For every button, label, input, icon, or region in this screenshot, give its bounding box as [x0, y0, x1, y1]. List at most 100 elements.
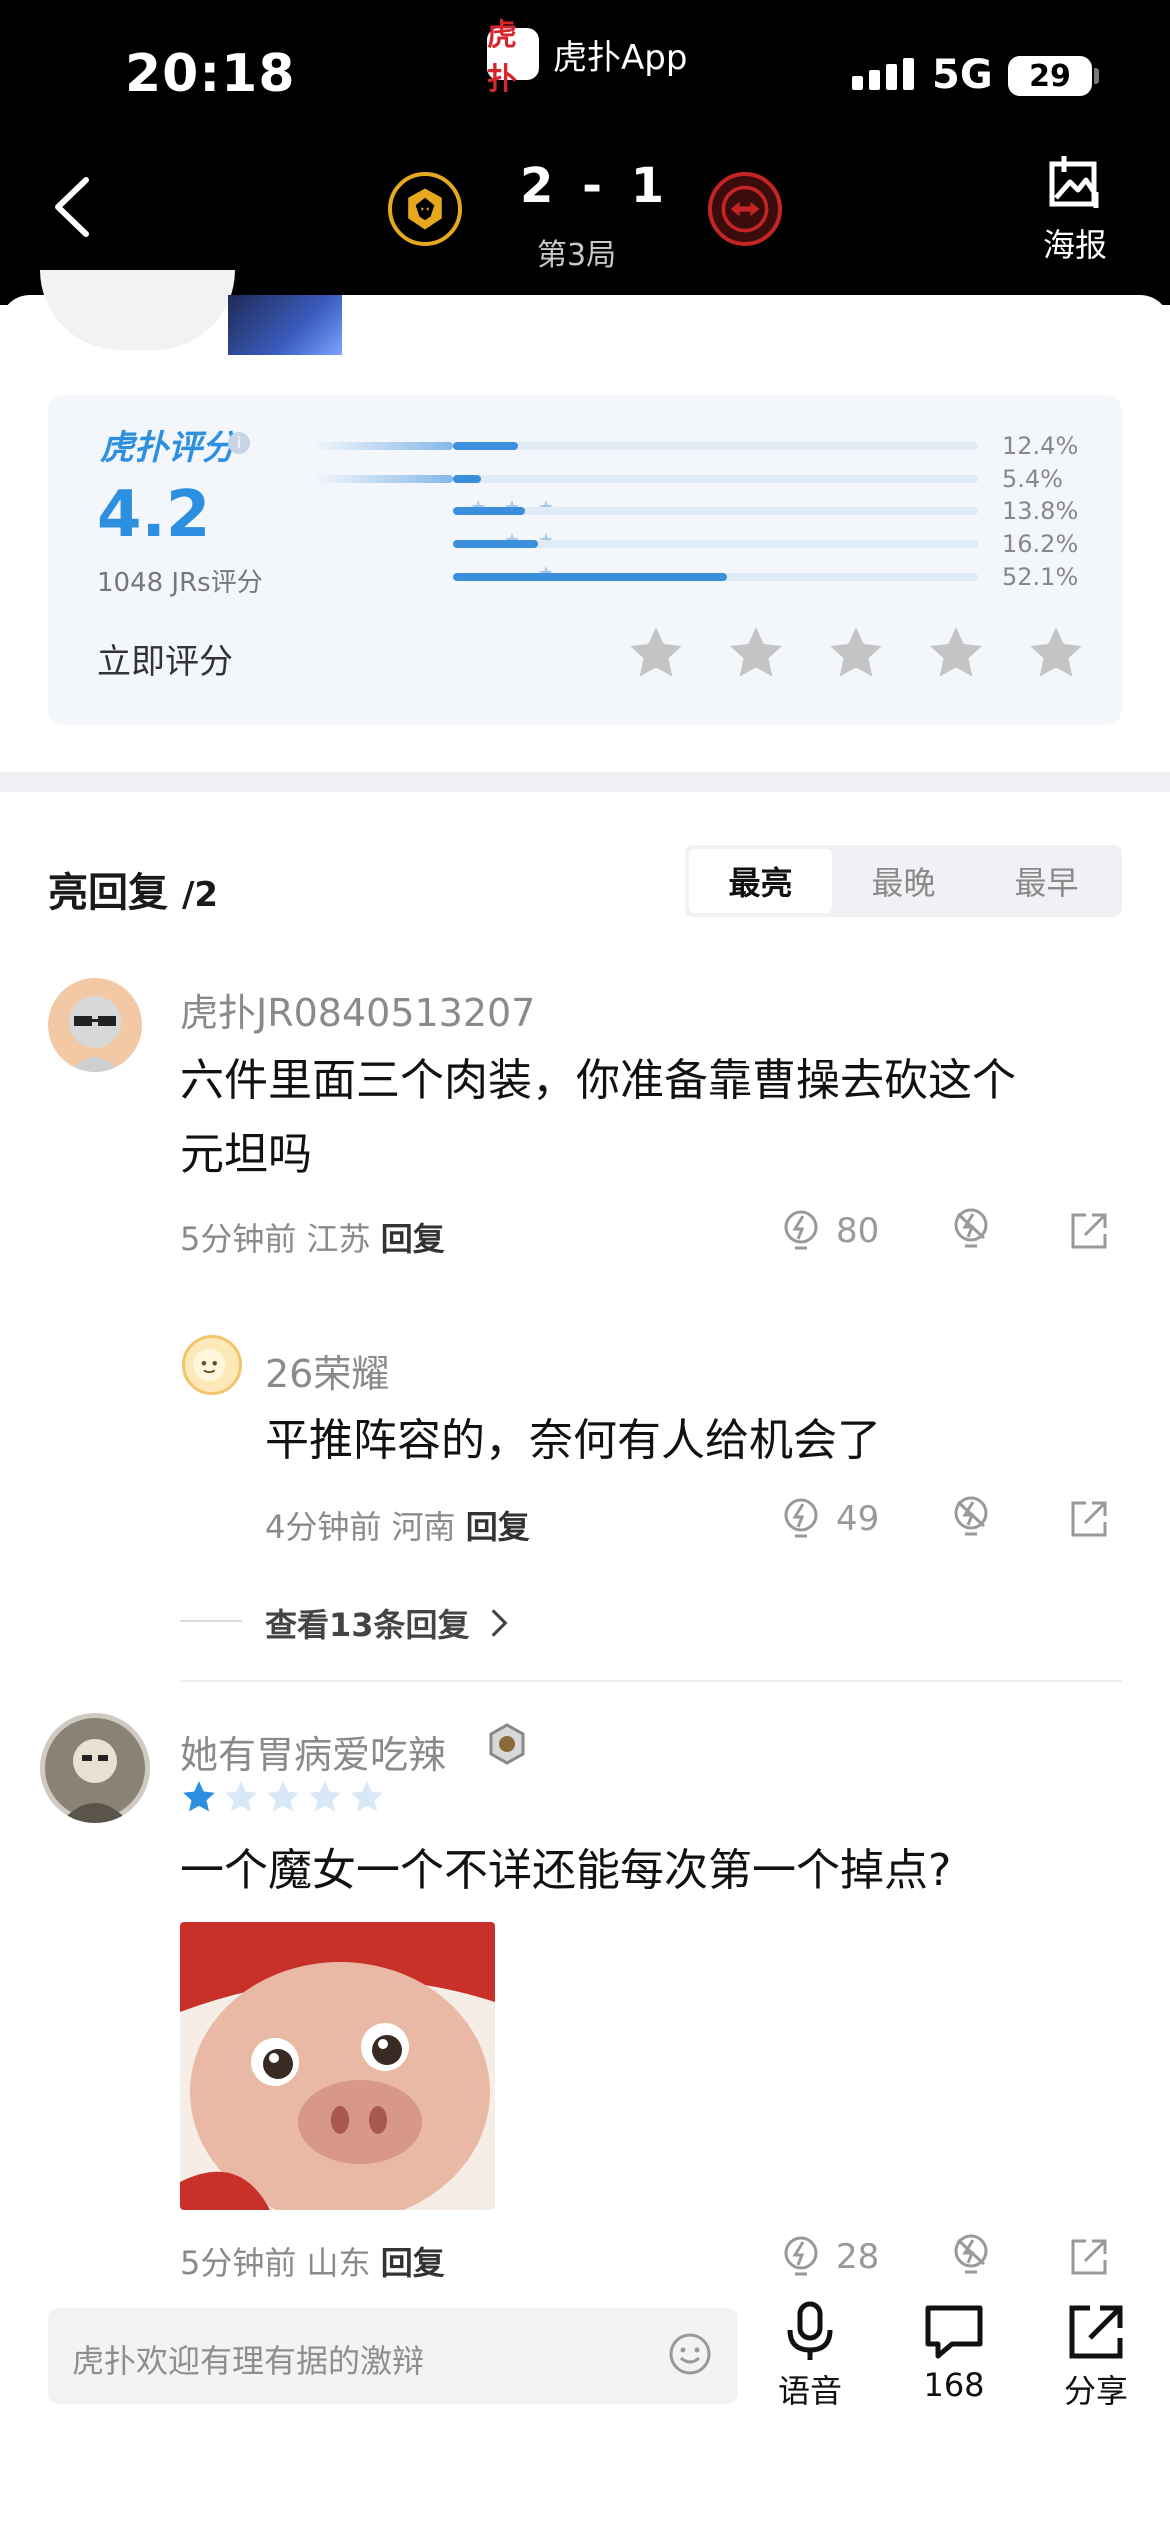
status-time: 20:18 — [125, 44, 296, 104]
star-empty-icon — [309, 1781, 341, 1812]
dislike-icon[interactable] — [948, 2232, 994, 2278]
comment-meta: 4分钟前 河南 回复 — [265, 1502, 530, 1548]
star-icon[interactable] — [725, 622, 787, 684]
rating-bar-percent: 13.8% — [1002, 497, 1079, 525]
replies-title-text: 亮回复 — [48, 870, 168, 916]
rating-bar-percent: 52.1% — [1002, 563, 1079, 591]
rating-bar-fill — [453, 507, 526, 515]
star-empty-icon — [267, 1781, 299, 1812]
star-icon[interactable] — [825, 622, 887, 684]
replies-title: 亮回复 /2 — [48, 860, 218, 918]
comments-button[interactable]: 168 — [904, 2300, 1004, 2404]
view-more-line — [180, 1620, 242, 1622]
avatar[interactable] — [182, 1335, 242, 1395]
rating-bar-row: ★52.1% — [310, 563, 1080, 593]
rating-bar-track — [313, 442, 978, 450]
rating-bar-fill — [453, 573, 727, 581]
hupu-logo-icon: 虎扑 — [487, 18, 539, 97]
comment-time: 4分钟前 — [265, 1508, 382, 1546]
light-button[interactable]: 80 — [778, 1208, 879, 1254]
view-more-label[interactable]: 查看13条回复 — [265, 1600, 470, 1646]
comment-text: 六件里面三个肉装，你准备靠曹操去砍这个 元坦吗 — [180, 1044, 1120, 1192]
sort-tabs: 最亮 最晚 最早 — [685, 845, 1122, 917]
tab-earliest[interactable]: 最早 — [975, 849, 1118, 913]
comment-text-line: 六件里面三个肉装，你准备靠曹操去砍这个 — [180, 1055, 1016, 1106]
light-button[interactable]: 49 — [778, 1496, 879, 1542]
share-button[interactable]: 分享 — [1046, 2300, 1146, 2412]
rating-bar-row: ★ ★ ★13.8% — [310, 497, 1080, 527]
lightbulb-icon — [784, 1498, 818, 1538]
rating-bar-track — [453, 540, 978, 548]
top-header: 20:18 虎扑 虎扑App 5G 29 2 - 1 第3局 海报 — [0, 0, 1170, 305]
star-icon[interactable] — [925, 622, 987, 684]
comment-location: 江苏 — [306, 1220, 371, 1258]
rating-bar-track — [453, 573, 978, 581]
rating-bar-row: 12.4% — [310, 432, 1080, 462]
poster-icon[interactable] — [1046, 152, 1106, 212]
share-icon[interactable] — [1068, 1498, 1110, 1540]
rating-bar-percent: 5.4% — [1002, 465, 1063, 493]
emoji-icon[interactable] — [666, 2330, 714, 2378]
comment-count: 168 — [923, 2366, 985, 2404]
share-icon[interactable] — [1068, 2236, 1110, 2278]
share-label: 分享 — [1063, 2372, 1128, 2410]
info-icon[interactable]: i — [228, 432, 250, 454]
comment-meta: 5分钟前 江苏 回复 — [180, 1214, 445, 1260]
voice-button[interactable]: 语音 — [760, 2300, 860, 2412]
hupu-rating-logo: 虎扑评分 — [100, 428, 236, 468]
match-score: 2 - 1 — [520, 158, 671, 214]
reply-button[interactable]: 回复 — [466, 1508, 530, 1546]
reply-button[interactable]: 回复 — [381, 2244, 445, 2282]
rate-now-label: 立即评分 — [97, 642, 233, 682]
dislike-icon[interactable] — [948, 1494, 994, 1540]
dislike-icon[interactable] — [948, 1206, 994, 1252]
comment-text: 一个魔女一个不详还能每次第一个掉点? — [180, 1845, 952, 1896]
comment-username[interactable]: 26荣耀 — [265, 1343, 389, 1398]
comment-input-placeholder[interactable]: 虎扑欢迎有理有据的激辩 — [72, 2336, 424, 2382]
rating-bar-percent: 12.4% — [1002, 432, 1079, 460]
comment-username[interactable]: 虎扑JR0840513207 — [180, 982, 535, 1037]
share-icon[interactable] — [1068, 1210, 1110, 1252]
rating-count: 1048 JRs评分 — [97, 568, 263, 598]
rating-bar-fill — [453, 475, 482, 483]
rating-bar-track — [313, 475, 978, 483]
avatar[interactable] — [48, 978, 142, 1072]
comment-separator — [180, 1680, 1122, 1682]
reply-button[interactable]: 回复 — [381, 1220, 445, 1258]
star-filled-icon — [183, 1781, 215, 1812]
rating-bar-fade — [313, 475, 453, 483]
back-arrow-icon[interactable] — [48, 172, 98, 242]
rate-star-group[interactable] — [625, 622, 1087, 684]
view-more-replies[interactable]: 查看13条回复 — [265, 1600, 508, 1646]
light-button[interactable]: 28 — [778, 2234, 879, 2280]
rating-bar-track — [453, 507, 978, 515]
voice-label: 语音 — [777, 2372, 842, 2410]
poster-label[interactable]: 海报 — [1043, 220, 1107, 266]
battery-icon: 29 — [1008, 56, 1092, 96]
avatar[interactable] — [40, 1713, 150, 1823]
comment-username[interactable]: 她有胃病爱吃辣 — [180, 1724, 446, 1779]
rating-bar-fill — [453, 540, 539, 548]
lightbulb-icon — [784, 2236, 818, 2276]
badge-icon — [489, 1723, 525, 1765]
rating-bar-row: 5.4% — [310, 465, 1080, 495]
game-number: 第3局 — [537, 238, 617, 273]
microphone-icon — [787, 2301, 833, 2360]
comment-sticker-image[interactable] — [180, 1922, 495, 2210]
player-photo-peek — [228, 295, 342, 355]
tab-latest[interactable]: 最晚 — [832, 849, 975, 913]
tab-hottest[interactable]: 最亮 — [689, 849, 832, 913]
comment-time: 5分钟前 — [180, 1220, 297, 1258]
star-icon[interactable] — [1025, 622, 1087, 684]
battery-tip — [1094, 68, 1099, 84]
star-icon[interactable] — [625, 622, 687, 684]
like-count: 49 — [836, 1499, 880, 1539]
comment-location: 山东 — [306, 2244, 371, 2282]
jdg-team-logo-icon[interactable] — [708, 172, 782, 246]
rating-bar-percent: 16.2% — [1002, 530, 1079, 558]
rating-score: 4.2 — [97, 478, 211, 552]
comment-text: 平推阵容的，奈何有人给机会了 — [265, 1415, 881, 1466]
rating-bar-row: ★ ★16.2% — [310, 530, 1080, 560]
wolf-team-logo-icon[interactable] — [388, 172, 462, 246]
chevron-right-icon — [491, 1609, 508, 1637]
